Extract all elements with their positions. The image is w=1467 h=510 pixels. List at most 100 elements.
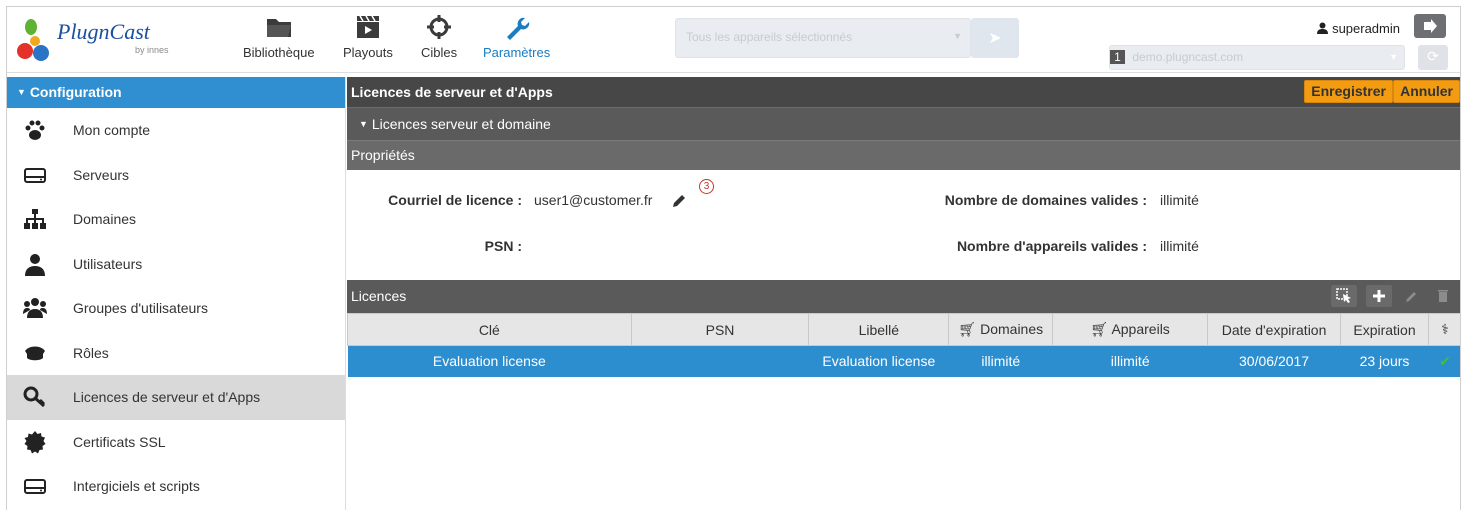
cell-expiry-date: 30/06/2017 (1207, 345, 1341, 377)
wrench-icon (506, 17, 529, 40)
refresh-icon: ⟳ (1427, 48, 1439, 64)
sidebar-item-intergiciels[interactable]: Intergiciels et scripts (7, 464, 345, 509)
cell-domains: illimité (948, 345, 1053, 377)
sidebar-item-groupes[interactable]: Groupes d'utilisateurs (7, 286, 345, 331)
nav-label: Cibles (421, 45, 458, 60)
pencil-icon[interactable] (672, 194, 686, 208)
logout-button[interactable] (1414, 14, 1446, 38)
sidebar-section-label: Configuration (29, 84, 122, 100)
target-icon (427, 15, 452, 39)
nav-label: Playouts (343, 45, 393, 60)
sidebar-item-label: Intergiciels et scripts (73, 478, 200, 495)
sidebar-item-label: Rôles (73, 344, 109, 361)
user-icon (25, 253, 45, 276)
username: superadmin (1332, 21, 1400, 36)
column-header-psn[interactable]: PSN (630, 313, 810, 346)
logo-icon (17, 19, 49, 61)
sidebar-item-utilisateurs[interactable]: Utilisateurs (7, 242, 345, 287)
page-title-bar: Licences de serveur et d'Apps Enregistre… (347, 77, 1460, 107)
top-bar: PlugnCast by innes Bibliothèque Playouts… (7, 7, 1460, 73)
sidebar-item-label: Serveurs (73, 166, 130, 183)
nav-bibliotheque[interactable]: Bibliothèque (243, 13, 315, 60)
nav-label: Paramètres (483, 45, 551, 60)
sidebar-item-domaines[interactable]: Domaines (7, 197, 345, 242)
send-button[interactable]: ➤ (971, 18, 1019, 58)
table-row[interactable]: Evaluation license Evaluation license il… (347, 345, 1460, 377)
column-header-expiration[interactable]: Expiration (1340, 313, 1429, 346)
refresh-button[interactable]: ⟳ (1418, 45, 1448, 70)
add-licence-button[interactable] (1366, 285, 1392, 307)
sidebar-item-roles[interactable]: Rôles (7, 331, 345, 376)
logo-text: PlugnCast (57, 19, 150, 44)
domain-select-value: demo.plugncast.com (1132, 50, 1244, 64)
select-mode-button[interactable] (1331, 285, 1357, 307)
domain-index: 1 (1110, 50, 1125, 64)
paper-plane-icon: ➤ (988, 30, 1002, 47)
devices-count-value: illimité (1160, 238, 1199, 254)
licences-toolbar: Licences (347, 280, 1460, 313)
column-header-domains[interactable]: 🛒︎ Domaines (948, 313, 1054, 346)
callout-badge: 3 (699, 179, 714, 194)
sitemap-icon (24, 209, 46, 229)
delete-licence-button[interactable] (1430, 285, 1456, 307)
app-window: PlugnCast by innes Bibliothèque Playouts… (6, 6, 1461, 510)
user-icon (1317, 22, 1329, 34)
subsection-header[interactable]: ▼ Licences serveur et domaine (347, 107, 1460, 140)
caret-down-icon: ▼ (359, 119, 368, 129)
sidebar-item-label: Licences de serveur et d'Apps (73, 389, 261, 406)
sidebar-item-label: Certificats SSL (73, 433, 166, 450)
psn-label: PSN : (484, 238, 522, 254)
nav-playouts[interactable]: Playouts (343, 13, 393, 60)
column-header-key[interactable]: Clé (347, 313, 632, 346)
sidebar-item-serveurs[interactable]: Serveurs (7, 153, 345, 198)
trash-icon (1438, 290, 1448, 302)
sidebar-item-label: Utilisateurs (73, 255, 143, 272)
nav-cibles[interactable]: Cibles (421, 13, 457, 60)
domains-count-value: illimité (1160, 192, 1199, 208)
email-label: Courriel de licence : (388, 192, 522, 208)
edit-licence-button[interactable] (1398, 285, 1424, 307)
caret-down-icon: ▼ (17, 87, 26, 97)
paw-icon (25, 120, 45, 140)
folder-icon (266, 19, 291, 37)
page-title: Licences de serveur et d'Apps (351, 84, 553, 100)
user-menu[interactable]: superadmin (1317, 21, 1400, 36)
sidebar: ▼ Configuration Mon compte Serveurs Doma… (7, 77, 346, 510)
domains-count-label: Nombre de domaines valides : (944, 192, 1147, 208)
column-header-expiry-date[interactable]: Date d'expiration (1207, 313, 1342, 346)
subsection-title: Licences serveur et domaine (371, 116, 551, 132)
column-header-status[interactable]: ⚕ (1427, 313, 1460, 346)
properties-title: Propriétés (351, 147, 415, 163)
plugncast-logo[interactable]: PlugnCast by innes (17, 15, 197, 65)
sidebar-item-licences[interactable]: Licences de serveur et d'Apps (7, 375, 345, 420)
cursor-select-icon (1336, 288, 1351, 303)
stethoscope-icon: ⚕ (1441, 321, 1449, 337)
sign-out-icon (1424, 19, 1437, 33)
table-header-row: Clé PSN Libellé 🛒︎ Domaines 🛒︎ Appareils… (347, 313, 1460, 346)
domain-select[interactable]: 1 demo.plugncast.com ▼ (1109, 45, 1405, 70)
key-icon (23, 386, 46, 408)
cell-expiration: 23 jours (1340, 345, 1429, 377)
devices-count-label: Nombre d'appareils valides : (956, 238, 1147, 254)
cell-key: Evaluation license (347, 345, 632, 377)
save-button[interactable]: Enregistrer (1304, 80, 1393, 103)
checkmark-icon: ✔ (1428, 345, 1460, 377)
clapperboard-icon (356, 15, 379, 38)
device-select[interactable]: Tous les appareils sélectionnés ▼ (675, 18, 971, 58)
column-header-domains-label: Domaines (980, 321, 1044, 337)
sidebar-section-header[interactable]: ▼ Configuration (7, 77, 345, 108)
column-header-devices[interactable]: 🛒︎ Appareils (1052, 313, 1209, 346)
nav-parametres[interactable]: Paramètres (483, 13, 550, 60)
properties-panel: Courriel de licence : user1@customer.fr … (347, 170, 1460, 280)
nav-label: Bibliothèque (243, 45, 315, 60)
cancel-button[interactable]: Annuler (1393, 80, 1460, 103)
cart-icon: 🛒︎ (1090, 321, 1109, 337)
cell-psn (631, 345, 809, 377)
column-header-label[interactable]: Libellé (808, 313, 950, 346)
sidebar-item-label: Mon compte (73, 122, 151, 139)
chevron-down-icon: ▼ (1389, 52, 1398, 62)
sidebar-item-certificats[interactable]: Certificats SSL (7, 420, 345, 465)
licences-table: Clé PSN Libellé 🛒︎ Domaines 🛒︎ Appareils… (347, 313, 1460, 377)
sidebar-item-mon-compte[interactable]: Mon compte (7, 108, 345, 153)
users-group-icon (23, 298, 47, 318)
